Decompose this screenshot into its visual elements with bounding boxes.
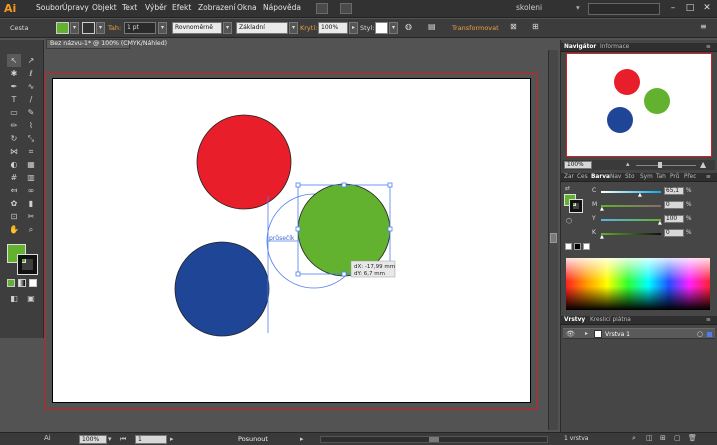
artwork-layer: průsečík dX: -17,99 mm dY: 6,7 mm xyxy=(174,114,396,337)
channel-m-label: M xyxy=(592,201,598,208)
tab-prec[interactable]: Přec xyxy=(684,174,696,180)
close-icon[interactable]: ✕ xyxy=(700,2,714,15)
new-sublayer-icon[interactable]: ⊞ xyxy=(660,434,666,442)
color-panel-tabs: Zar Ces Barva Nav Sto Sym Tah Prů Přec ≡ xyxy=(560,173,717,182)
black-color-button[interactable] xyxy=(574,243,581,250)
tab-navigator[interactable]: Navigátor xyxy=(564,44,596,50)
channel-m-unit: % xyxy=(686,202,692,208)
visibility-eye-icon[interactable]: 👁 xyxy=(566,330,575,338)
minimize-icon[interactable]: – xyxy=(666,2,680,15)
tab-layers[interactable]: Vrstvy xyxy=(564,317,585,323)
maximize-icon[interactable]: □ xyxy=(683,2,697,15)
channel-c-slider[interactable] xyxy=(601,191,661,193)
channel-y-label: Y xyxy=(592,215,596,222)
delta-y-readout: dY: 6,7 mm xyxy=(354,271,385,277)
layer-count: 1 vrstva xyxy=(564,435,589,442)
locate-object-icon[interactable]: ⌕ xyxy=(632,434,636,443)
status-menu-icon[interactable]: ▸ xyxy=(300,435,304,443)
horizontal-scroll-thumb[interactable] xyxy=(429,437,439,442)
tab-sto[interactable]: Sto xyxy=(625,174,635,180)
channel-c-unit: % xyxy=(686,188,692,194)
channel-k-thumb[interactable]: ▲ xyxy=(600,234,604,240)
tab-barva[interactable]: Barva xyxy=(591,174,610,180)
panel-menu-icon[interactable]: ≡ xyxy=(700,22,707,31)
current-tool-hint: Posunout xyxy=(238,435,268,443)
vertical-scrollbar[interactable] xyxy=(548,50,558,430)
horizontal-scrollbar[interactable] xyxy=(320,436,548,443)
channel-y-value[interactable]: 100 xyxy=(664,215,684,223)
chevron-down-icon[interactable]: ▾ xyxy=(576,3,580,12)
zoom-in-icon[interactable]: ▲ xyxy=(700,160,706,169)
delta-x-readout: dX: -17,99 mm xyxy=(354,264,395,270)
blue-circle[interactable] xyxy=(174,241,270,337)
tab-nav[interactable]: Nav xyxy=(610,174,621,180)
navigator-preview[interactable] xyxy=(566,53,712,157)
channel-k-unit: % xyxy=(686,230,692,236)
channel-k-value[interactable]: 0 xyxy=(664,229,684,237)
clipping-mask-icon[interactable]: ◫ xyxy=(646,434,653,442)
channel-c-label: C xyxy=(592,187,597,194)
white-color-button[interactable] xyxy=(583,243,590,250)
navigator-tabs: Navigátor Informace ≡ xyxy=(560,43,717,52)
out-of-gamut-icon: ⬡ xyxy=(566,217,573,225)
layer-row[interactable]: 👁 ▸ Vrstva 1 ○ xyxy=(563,328,715,339)
channel-y-thumb[interactable]: ▲ xyxy=(658,220,662,226)
artboard-number-field[interactable]: 1 xyxy=(135,435,167,444)
first-artboard-icon[interactable]: ⏮ xyxy=(120,435,126,444)
layer-target-icon[interactable]: ○ xyxy=(697,330,703,338)
navigator-zoom-field[interactable]: 100% xyxy=(564,161,592,169)
tab-artboards[interactable]: Kreslicí plátna xyxy=(590,317,631,323)
status-bar: Ai 100% ▾ ⏮ 1 ▸ Posunout ▸ xyxy=(0,432,560,445)
tab-zar[interactable]: Zar xyxy=(564,174,574,180)
navigator-zoom-bar: 100% ▴ ▲ xyxy=(562,160,715,170)
zoom-out-icon[interactable]: ▴ xyxy=(626,160,630,168)
channel-k-label: K xyxy=(592,229,596,236)
channel-m-value[interactable]: 0 xyxy=(664,201,684,209)
new-layer-icon[interactable]: ▢ xyxy=(674,434,681,442)
tab-pru[interactable]: Prů xyxy=(670,174,679,180)
layer-name[interactable]: Vrstva 1 xyxy=(605,331,630,338)
tab-sym[interactable]: Sym xyxy=(640,174,653,180)
channel-c-value[interactable]: 65,1 xyxy=(664,187,684,195)
layer-thumbnail xyxy=(594,330,602,338)
zoom-dropdown-icon[interactable]: ▾ xyxy=(108,435,112,443)
panel-menu-icon[interactable]: ≡ xyxy=(706,44,711,50)
intersect-hint: průsečík xyxy=(269,235,295,242)
nav-blue-circle xyxy=(607,107,633,133)
channel-m-thumb[interactable]: ▲ xyxy=(600,206,604,212)
tab-ces[interactable]: Ces xyxy=(577,174,588,180)
swap-colors-icon[interactable]: ⇄ xyxy=(565,185,570,192)
channel-k-slider[interactable] xyxy=(601,233,661,235)
nav-green-circle xyxy=(644,88,670,114)
layers-panel-tabs: Vrstvy Kreslicí plátna ≡ xyxy=(560,316,717,325)
nav-red-circle xyxy=(614,69,640,95)
red-circle[interactable] xyxy=(196,114,292,210)
layers-footer: 1 vrstva ⌕ ◫ ⊞ ▢ 🗑 xyxy=(560,432,717,445)
search-input[interactable] xyxy=(588,3,660,15)
none-color-button[interactable] xyxy=(565,243,572,250)
zoom-field[interactable]: 100% xyxy=(79,435,107,444)
vertical-scroll-thumb[interactable] xyxy=(550,233,557,243)
color-panel-menu-icon[interactable]: ≡ xyxy=(706,174,711,180)
next-artboard-icon[interactable]: ▸ xyxy=(170,435,174,443)
expand-layer-icon[interactable]: ▸ xyxy=(585,330,588,337)
channel-m-slider[interactable] xyxy=(601,205,661,207)
color-spectrum[interactable] xyxy=(566,258,710,310)
status-logo-icon: Ai xyxy=(44,434,51,442)
channel-y-unit: % xyxy=(686,216,692,222)
tab-tah[interactable]: Tah xyxy=(656,174,666,180)
channel-y-slider[interactable] xyxy=(601,219,661,221)
navigator-thumbnail xyxy=(607,69,670,133)
color-panel-stroke-swatch[interactable] xyxy=(569,199,583,213)
layer-selection-indicator xyxy=(707,332,712,337)
delete-layer-icon[interactable]: 🗑 xyxy=(688,434,697,442)
navigator-zoom-slider[interactable] xyxy=(636,165,696,166)
navigator-zoom-thumb[interactable] xyxy=(658,162,662,168)
channel-c-thumb[interactable]: ▲ xyxy=(638,192,642,198)
layers-panel-menu-icon[interactable]: ≡ xyxy=(706,317,711,323)
tab-info[interactable]: Informace xyxy=(600,44,629,50)
